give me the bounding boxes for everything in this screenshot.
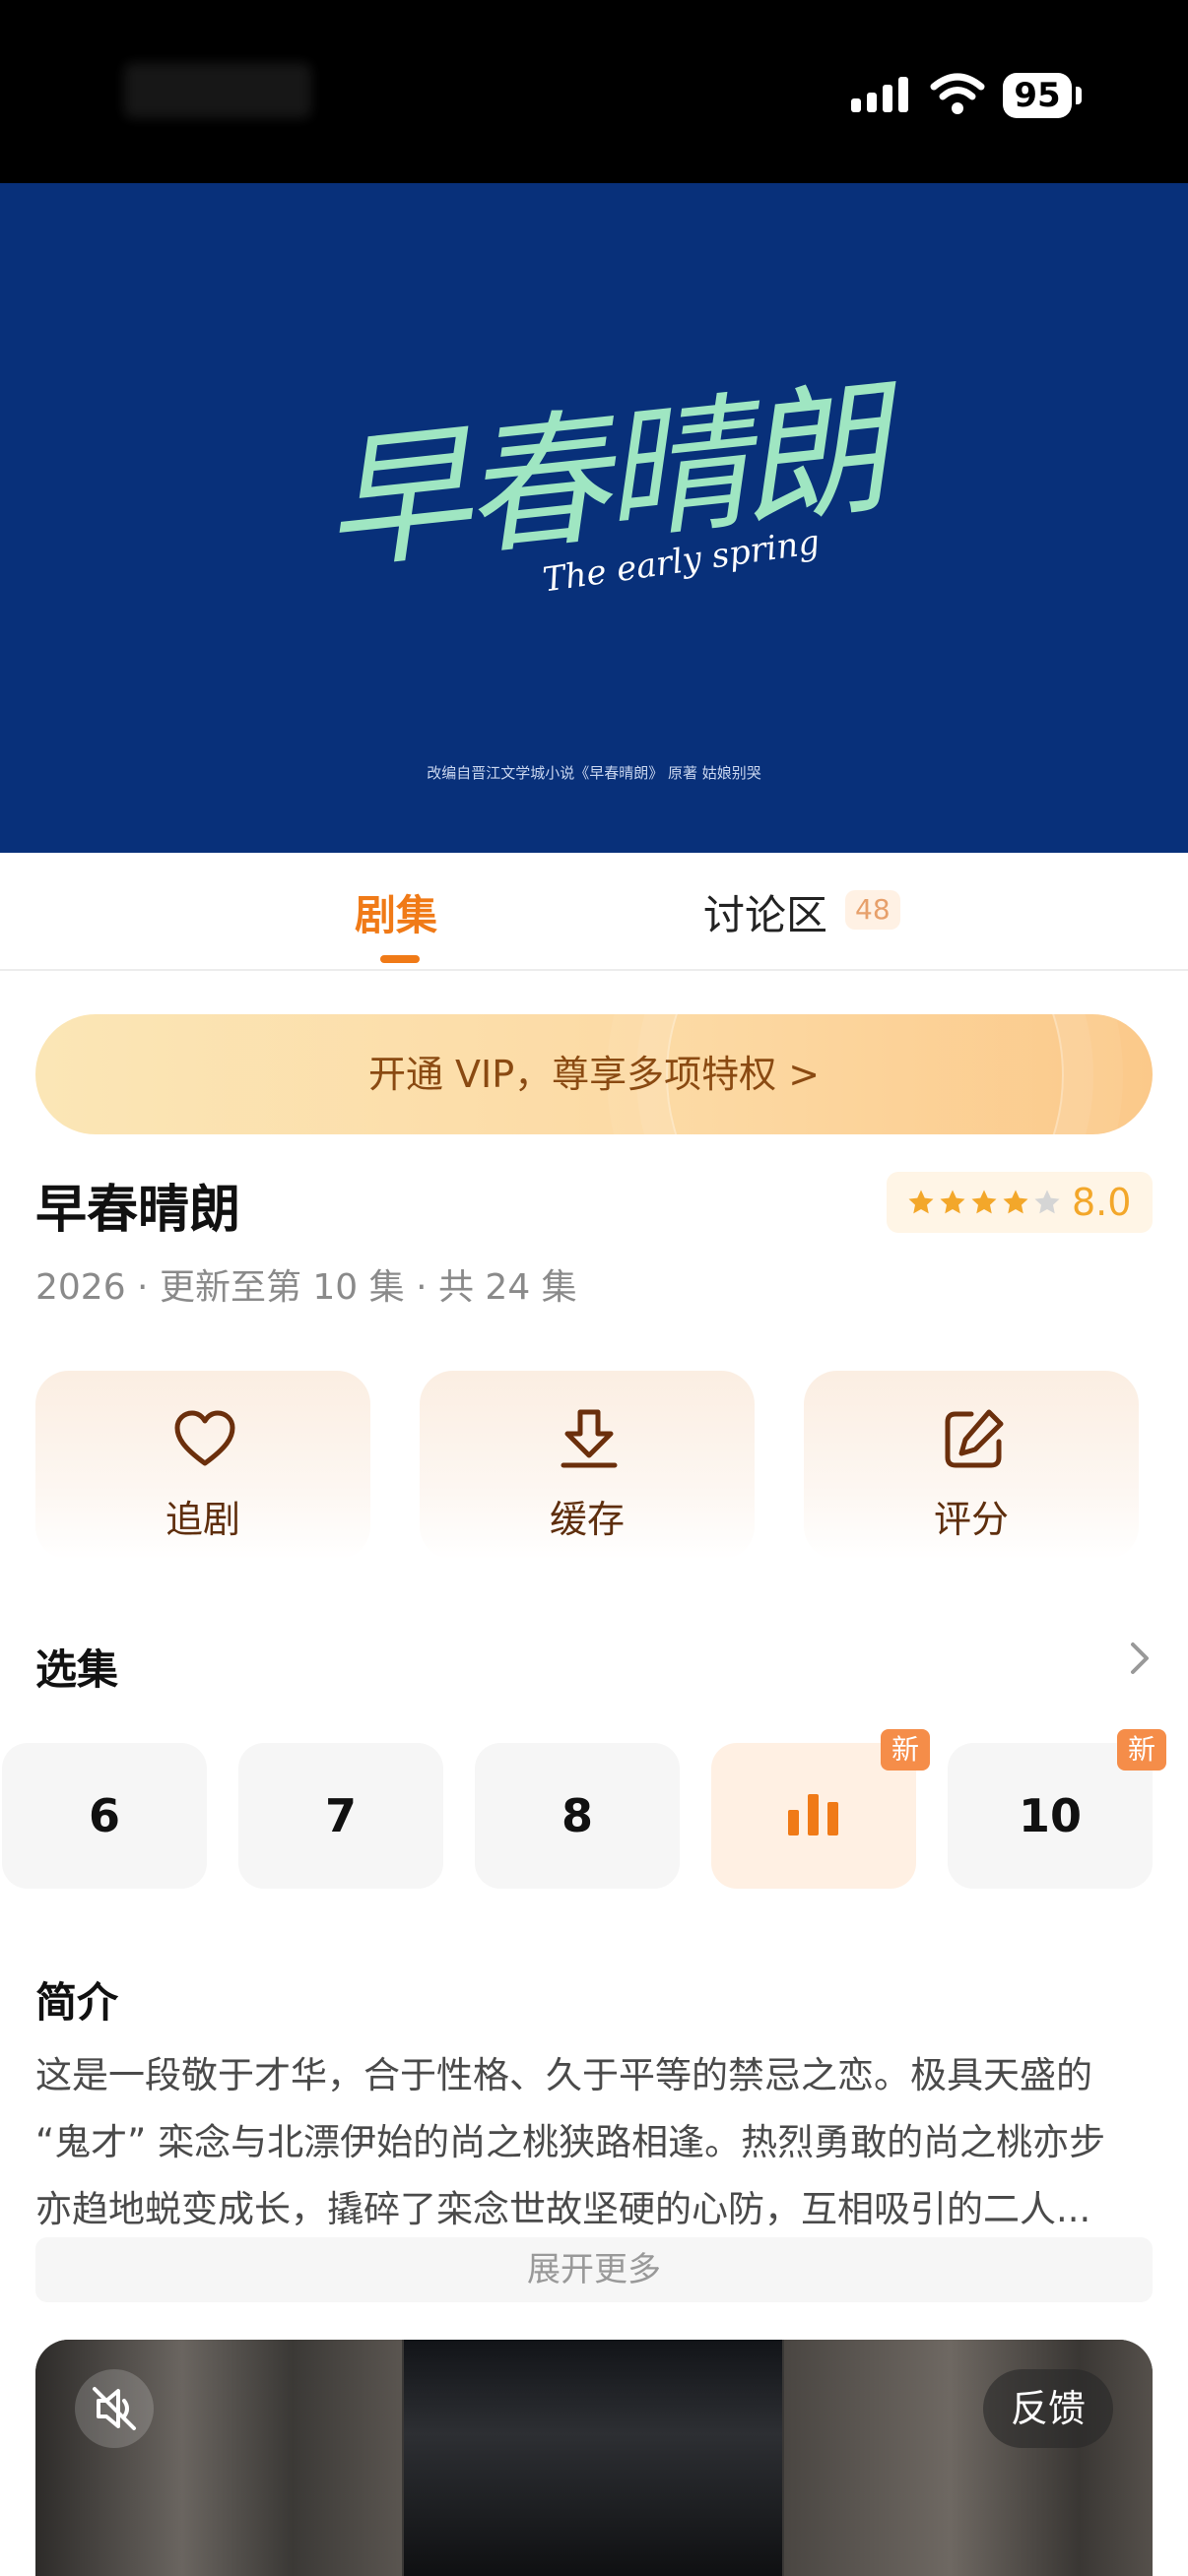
banner-credit: 改编自晋江文学城小说《早春晴朗》 原著 姑娘别哭 — [427, 764, 761, 782]
edit-icon — [945, 1409, 1004, 1468]
download-icon — [561, 1409, 618, 1468]
mute-button[interactable] — [75, 2369, 154, 2448]
show-title: 早春晴朗 — [35, 1181, 241, 1240]
active-tab-indicator — [380, 955, 420, 963]
star-icon — [908, 1190, 934, 1214]
show-meta: 2026 · 更新至第 10 集 · 共 24 集 — [35, 1267, 577, 1308]
new-badge: 新 — [1117, 1729, 1166, 1771]
chevron-right-icon[interactable] — [1125, 1639, 1155, 1678]
discussion-count-badge: 48 — [845, 890, 900, 930]
poster-banner[interactable]: 早春晴朗 The early spring 改编自晋江文学城小说《早春晴朗》 原… — [0, 183, 1188, 853]
status-bar: 95 — [0, 0, 1188, 183]
synopsis-line: 这是一段敬于才华，合于性格、久于平等的禁忌之恋。极具天盛的 — [35, 2054, 1092, 2096]
video-frame — [404, 2340, 782, 2576]
rating-score: 8.0 — [1072, 1181, 1132, 1224]
rate-label: 评分 — [933, 1498, 1009, 1541]
vip-banner-text: 开通 VIP，尊享多项特权 > — [367, 1053, 821, 1096]
follow-button[interactable]: 追剧 — [35, 1371, 370, 1560]
heart-icon — [174, 1410, 235, 1466]
new-badge: 新 — [881, 1729, 930, 1771]
battery-icon: 95 — [1003, 73, 1072, 118]
star-icon — [1003, 1190, 1028, 1214]
star-icon — [940, 1190, 965, 1214]
episode-6[interactable]: 6 — [2, 1743, 207, 1889]
vip-banner[interactable]: 开通 VIP，尊享多项特权 > — [35, 1014, 1153, 1134]
episode-7[interactable]: 7 — [238, 1743, 443, 1889]
download-button[interactable]: 缓存 — [420, 1371, 755, 1560]
synopsis-line: 亦趋地蜕变成长，撬碎了栾念世故坚硬的心防，互相吸引的二人... — [35, 2188, 1091, 2230]
mute-icon — [93, 2387, 136, 2430]
video-frame — [784, 2340, 1153, 2576]
signal-icon — [851, 77, 908, 112]
wifi-icon — [930, 73, 985, 114]
episode-8[interactable]: 8 — [475, 1743, 680, 1889]
star-icon — [971, 1190, 997, 1214]
synopsis-line: “鬼才” 栾念与北漂伊始的尚之桃狭路相逢。热烈勇敢的尚之桃亦步 — [35, 2121, 1106, 2163]
carrier-label — [124, 63, 311, 118]
download-label: 缓存 — [549, 1498, 625, 1541]
now-playing-icon — [788, 1794, 838, 1835]
tab-discussion[interactable]: 讨论区 — [703, 882, 827, 942]
star-empty-icon — [1034, 1190, 1060, 1214]
synopsis-text: 这是一段敬于才华，合于性格、久于平等的禁忌之恋。极具天盛的 “鬼才” 栾念与北漂… — [35, 2042, 1153, 2243]
video-preview[interactable]: 反馈 — [35, 2340, 1153, 2576]
battery-tip — [1076, 87, 1082, 104]
episodes-section-title: 选集 — [35, 1645, 119, 1694]
feedback-button[interactable]: 反馈 — [983, 2369, 1113, 2448]
follow-label: 追剧 — [165, 1498, 240, 1541]
rate-button[interactable]: 评分 — [804, 1371, 1139, 1560]
tab-bar: 剧集 讨论区 48 — [0, 853, 1188, 971]
expand-more-button[interactable]: 展开更多 — [35, 2237, 1153, 2302]
synopsis-section-title: 简介 — [35, 1978, 119, 2027]
rating-badge: 8.0 — [887, 1172, 1153, 1233]
tab-episodes[interactable]: 剧集 — [355, 882, 437, 942]
